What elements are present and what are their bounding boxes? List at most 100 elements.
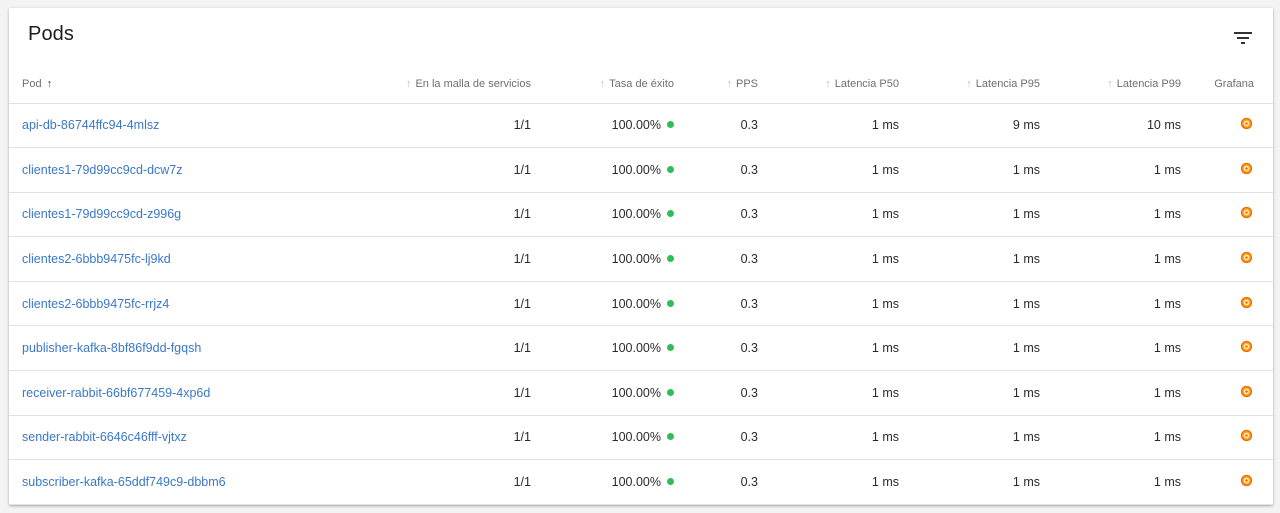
grafana-icon[interactable] xyxy=(1240,474,1253,487)
pps-cell: 0.3 xyxy=(674,236,758,282)
pod-link[interactable]: clientes2-6bbb9475fc-rrjz4 xyxy=(22,297,169,311)
table-row: sender-rabbit-6646c46fff-vjtxz 1/1 100.0… xyxy=(9,415,1273,461)
table-row: api-db-86744ffc94-4mlsz 1/1 100.00% 0.3 … xyxy=(9,103,1273,149)
success-rate-value: 100.00% xyxy=(611,475,661,490)
grafana-icon[interactable] xyxy=(1240,429,1253,442)
pps-cell: 0.3 xyxy=(674,415,758,461)
filter-button[interactable] xyxy=(1231,26,1255,50)
latency-p95-cell: 9 ms xyxy=(899,103,1040,149)
card-header: Pods xyxy=(9,8,1273,66)
grafana-cell xyxy=(1181,370,1273,416)
success-rate-cell: 100.00% xyxy=(531,236,674,282)
pod-link[interactable]: subscriber-kafka-65ddf749c9-dbbm6 xyxy=(22,475,226,489)
column-label: En la malla de servicios xyxy=(415,78,531,91)
pod-cell: publisher-kafka-8bf86f9dd-fgqsh xyxy=(9,325,307,372)
latency-p95-cell: 1 ms xyxy=(899,192,1040,238)
table-row: clientes1-79d99cc9cd-z996g 1/1 100.00% 0… xyxy=(9,192,1273,238)
grafana-cell xyxy=(1181,325,1273,372)
status-dot xyxy=(667,165,674,173)
mesh-cell: 1/1 xyxy=(307,236,531,282)
pod-link[interactable]: clientes2-6bbb9475fc-lj9kd xyxy=(22,252,171,266)
pod-link[interactable]: api-db-86744ffc94-4mlsz xyxy=(22,118,159,132)
page-title: Pods xyxy=(28,23,74,45)
latency-p99-cell: 1 ms xyxy=(1040,415,1181,461)
latency-p50-cell: 1 ms xyxy=(758,459,899,505)
pps-cell: 0.3 xyxy=(674,147,758,193)
grafana-icon[interactable] xyxy=(1240,162,1253,175)
status-dot xyxy=(667,478,674,486)
success-rate-cell: 100.00% xyxy=(531,325,674,372)
latency-p95-cell: 1 ms xyxy=(899,370,1040,416)
column-header-success-rate[interactable]: ↑ Tasa de éxito xyxy=(531,66,674,104)
pps-cell: 0.3 xyxy=(674,103,758,149)
latency-p99-cell: 1 ms xyxy=(1040,459,1181,505)
pod-link[interactable]: sender-rabbit-6646c46fff-vjtxz xyxy=(22,430,187,444)
latency-p95-cell: 1 ms xyxy=(899,459,1040,505)
filter-icon xyxy=(1234,32,1252,44)
latency-p50-cell: 1 ms xyxy=(758,147,899,193)
success-rate-value: 100.00% xyxy=(611,430,661,445)
latency-p99-cell: 1 ms xyxy=(1040,281,1181,327)
column-header-mesh[interactable]: ↑ En la malla de servicios xyxy=(307,66,531,104)
latency-p99-cell: 1 ms xyxy=(1040,236,1181,282)
pod-link[interactable]: publisher-kafka-8bf86f9dd-fgqsh xyxy=(22,341,201,355)
grafana-icon[interactable] xyxy=(1240,251,1253,264)
success-rate-cell: 100.00% xyxy=(531,281,674,327)
column-header-latency-p95[interactable]: ↑ Latencia P95 xyxy=(899,66,1040,104)
success-rate-value: 100.00% xyxy=(611,341,661,356)
column-header-latency-p50[interactable]: ↑ Latencia P50 xyxy=(758,66,899,104)
arrow-up-icon: ↑ xyxy=(599,78,606,91)
pod-cell: subscriber-kafka-65ddf749c9-dbbm6 xyxy=(9,459,307,505)
success-rate-cell: 100.00% xyxy=(531,370,674,416)
table-row: publisher-kafka-8bf86f9dd-fgqsh 1/1 100.… xyxy=(9,325,1273,372)
grafana-icon[interactable] xyxy=(1240,117,1253,130)
success-rate-cell: 100.00% xyxy=(531,147,674,193)
latency-p50-cell: 1 ms xyxy=(758,192,899,238)
grafana-icon[interactable] xyxy=(1240,206,1253,219)
latency-p99-cell: 1 ms xyxy=(1040,325,1181,372)
grafana-icon[interactable] xyxy=(1240,385,1253,398)
latency-p50-cell: 1 ms xyxy=(758,370,899,416)
table-row: subscriber-kafka-65ddf749c9-dbbm6 1/1 10… xyxy=(9,459,1273,505)
mesh-cell: 1/1 xyxy=(307,103,531,149)
pods-table: Pod ↑ ↑ En la malla de servicios ↑ Tasa de … xyxy=(9,66,1273,505)
table-row: clientes2-6bbb9475fc-rrjz4 1/1 100.00% 0… xyxy=(9,281,1273,327)
table-body: api-db-86744ffc94-4mlsz 1/1 100.00% 0.3 … xyxy=(9,103,1273,505)
success-rate-cell: 100.00% xyxy=(531,192,674,238)
column-label: Latencia P99 xyxy=(1116,78,1181,91)
latency-p99-cell: 1 ms xyxy=(1040,370,1181,416)
success-rate-value: 100.00% xyxy=(611,162,661,177)
mesh-cell: 1/1 xyxy=(307,325,531,372)
pps-cell: 0.3 xyxy=(674,192,758,238)
pod-cell: clientes2-6bbb9475fc-lj9kd xyxy=(9,236,307,282)
pod-link[interactable]: receiver-rabbit-66bf677459-4xp6d xyxy=(22,386,210,400)
success-rate-value: 100.00% xyxy=(611,252,661,267)
latency-p50-cell: 1 ms xyxy=(758,325,899,372)
table-row: clientes2-6bbb9475fc-lj9kd 1/1 100.00% 0… xyxy=(9,236,1273,282)
grafana-cell xyxy=(1181,192,1273,238)
grafana-cell xyxy=(1181,236,1273,282)
status-dot xyxy=(667,299,674,307)
grafana-cell xyxy=(1181,459,1273,505)
pps-cell: 0.3 xyxy=(674,459,758,505)
pps-cell: 0.3 xyxy=(674,281,758,327)
grafana-icon[interactable] xyxy=(1240,296,1253,309)
latency-p50-cell: 1 ms xyxy=(758,236,899,282)
column-header-latency-p99[interactable]: ↑ Latencia P99 xyxy=(1040,66,1181,104)
pod-link[interactable]: clientes1-79d99cc9cd-z996g xyxy=(22,207,181,221)
success-rate-value: 100.00% xyxy=(611,296,661,311)
pod-link[interactable]: clientes1-79d99cc9cd-dcw7z xyxy=(22,163,183,177)
status-dot xyxy=(667,388,674,396)
column-label: Grafana xyxy=(1214,78,1254,91)
table-header: Pod ↑ ↑ En la malla de servicios ↑ Tasa de … xyxy=(9,66,1273,104)
latency-p50-cell: 1 ms xyxy=(758,103,899,149)
table-row: receiver-rabbit-66bf677459-4xp6d 1/1 100… xyxy=(9,370,1273,416)
pps-cell: 0.3 xyxy=(674,370,758,416)
column-header-pod[interactable]: Pod ↑ xyxy=(9,66,307,104)
grafana-icon[interactable] xyxy=(1240,340,1253,353)
pps-cell: 0.3 xyxy=(674,325,758,372)
grafana-cell xyxy=(1181,147,1273,193)
column-header-pps[interactable]: ↑ PPS xyxy=(674,66,758,104)
mesh-cell: 1/1 xyxy=(307,415,531,461)
latency-p95-cell: 1 ms xyxy=(899,281,1040,327)
